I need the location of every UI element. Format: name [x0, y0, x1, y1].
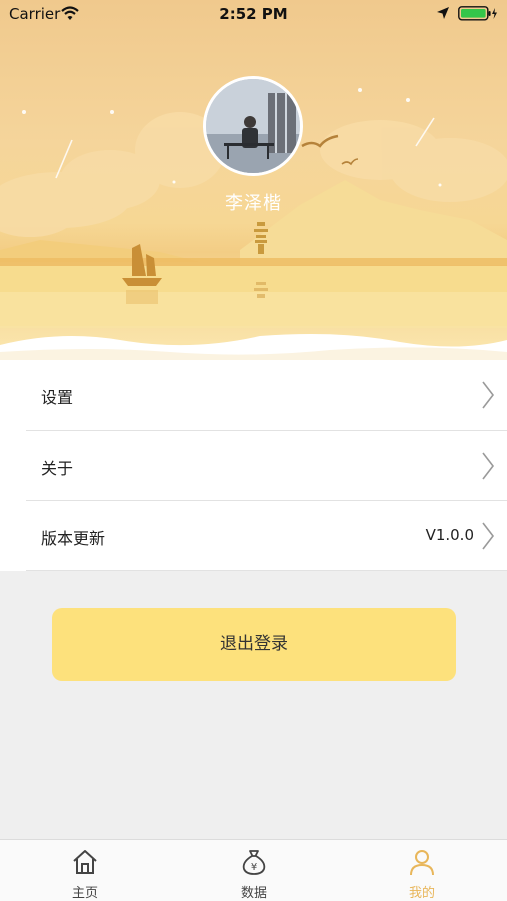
- menu-item-label: 设置: [41, 388, 74, 407]
- tab-label: 数据: [240, 886, 267, 901]
- landscape-illustration: [0, 88, 507, 360]
- menu-item-label: 版本更新: [41, 529, 106, 548]
- person-icon: [410, 850, 434, 876]
- location-arrow-icon: [437, 7, 449, 19]
- divider: [26, 570, 507, 571]
- battery-icon: [458, 6, 497, 21]
- menu-item-about[interactable]: 关于: [0, 431, 507, 501]
- status-bar: Carrier 2:52 PM: [0, 0, 507, 28]
- tab-label: 主页: [71, 886, 98, 901]
- svg-text:¥: ¥: [251, 862, 257, 873]
- status-time: 2:52 PM: [219, 5, 288, 23]
- tab-data[interactable]: ¥ 数据: [204, 840, 304, 901]
- avatar-photo: [206, 79, 300, 173]
- chevron-right-icon: [482, 452, 495, 480]
- menu-item-settings[interactable]: 设置: [0, 360, 507, 430]
- home-icon: [73, 850, 97, 874]
- money-bag-icon: ¥: [242, 850, 266, 875]
- user-name: 李泽楷: [225, 193, 282, 214]
- tab-home[interactable]: 主页: [35, 840, 135, 901]
- tab-label: 我的: [408, 886, 435, 901]
- chevron-right-icon: [482, 381, 495, 409]
- chevron-right-icon: [482, 522, 495, 550]
- settings-menu: 设置 关于 版本更新 V1.0.0: [0, 360, 507, 571]
- avatar[interactable]: [203, 76, 303, 176]
- menu-item-label: 关于: [41, 459, 74, 478]
- profile-header: 李泽楷: [0, 0, 507, 360]
- menu-item-version-update[interactable]: 版本更新 V1.0.0: [0, 501, 507, 571]
- logout-button[interactable]: 退出登录: [52, 608, 456, 681]
- tab-bar: 主页 ¥ 数据 我的: [0, 839, 507, 901]
- tab-mine[interactable]: 我的: [372, 840, 472, 901]
- version-value: V1.0.0: [425, 526, 474, 544]
